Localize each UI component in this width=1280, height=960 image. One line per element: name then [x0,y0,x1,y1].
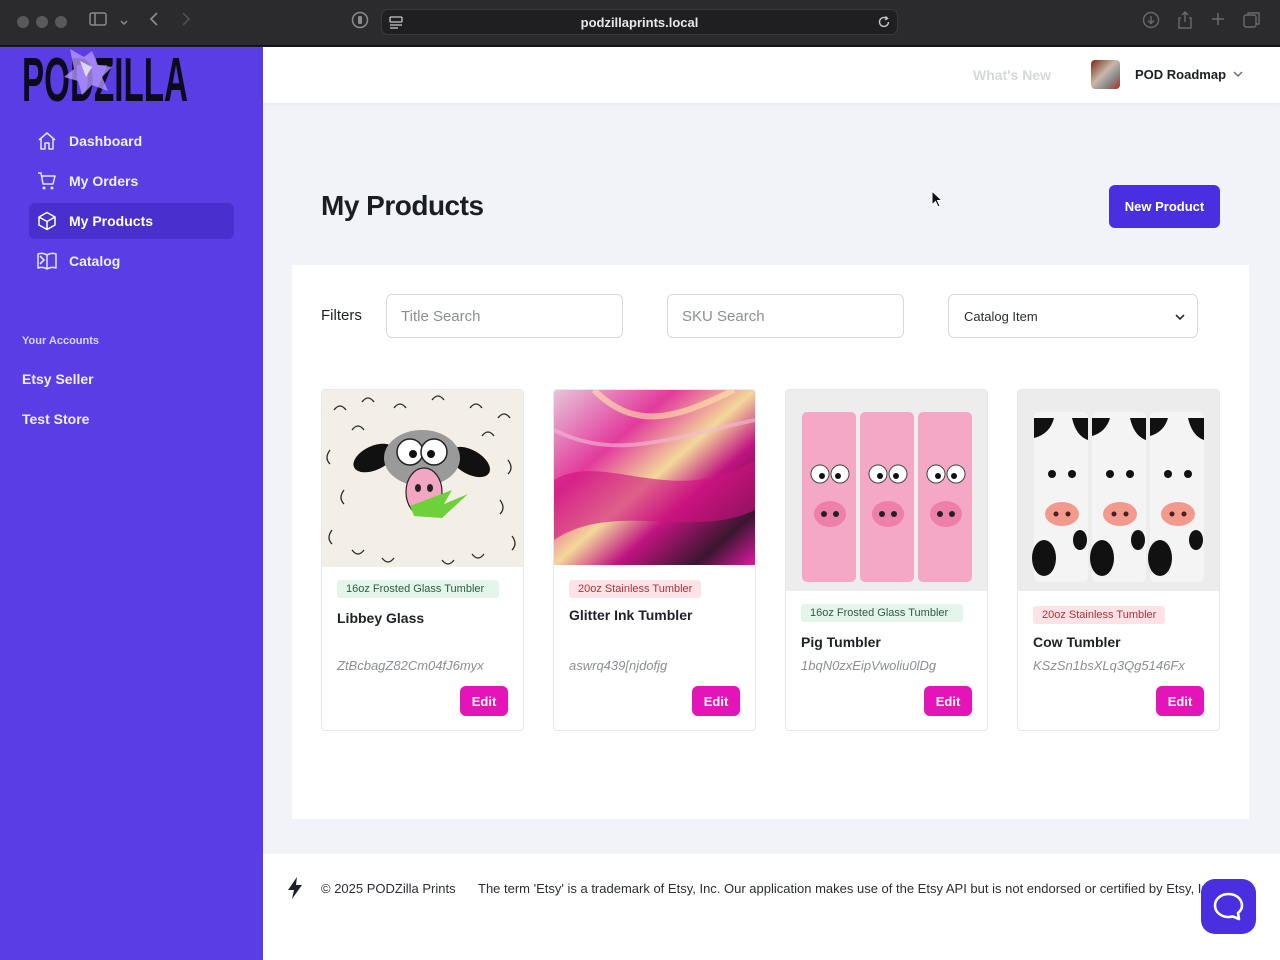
main-content: What's New POD Roadmap My Products New P… [263,47,1280,960]
reload-icon[interactable] [877,15,891,34]
title-search-input[interactable] [386,294,623,338]
window-minimize-button[interactable] [36,16,48,28]
sidebar-item-label: My Products [69,213,154,229]
tab-overview-icon[interactable] [1243,11,1261,36]
top-bar: What's New POD Roadmap [263,47,1280,103]
chat-support-button[interactable] [1201,879,1256,934]
sidebar-item-my-products[interactable]: My Products [29,203,234,239]
product-image [786,390,987,591]
catalog-select-value: Catalog Item [964,309,1038,324]
product-card[interactable]: 16oz Frosted Glass Tumbler Libbey Glass … [321,389,524,731]
edit-button[interactable]: Edit [460,686,508,716]
cube-icon [38,211,56,231]
sidebar-toggle-icon[interactable] [89,11,107,33]
catalog-badge: 20oz Stainless Tumbler [1033,606,1166,624]
footer-legal-notice: The term 'Etsy' is a trademark of Etsy, … [478,881,1219,896]
svg-text:PODZILLA: PODZILLA [22,47,188,103]
catalog-badge: 20oz Stainless Tumbler [569,580,702,598]
product-sku: KSzSn1bsXLq3Qg5146Fx [1033,658,1185,673]
account-link-etsy-seller[interactable]: Etsy Seller [22,371,94,387]
url-text: podzillaprints.local [580,15,699,30]
account-link-test-store[interactable]: Test Store [22,411,89,427]
product-image [554,390,755,565]
footer: © 2025 PODZilla Prints The term 'Etsy' i… [263,854,1280,960]
back-icon[interactable] [149,11,159,34]
chevron-down-icon[interactable] [1232,68,1244,80]
downloads-icon[interactable] [1142,11,1160,36]
product-image [1018,390,1219,591]
new-product-button[interactable]: New Product [1109,185,1220,228]
cart-icon [38,172,56,190]
sidebar-item-dashboard[interactable]: Dashboard [29,123,234,159]
catalog-item-select[interactable]: Catalog Item [948,294,1198,338]
product-title: Cow Tumbler [1033,634,1121,650]
privacy-report-icon[interactable] [351,11,369,36]
edit-button[interactable]: Edit [1156,686,1204,716]
footer-copyright: © 2025 PODZilla Prints [321,881,456,896]
bolt-icon [288,877,302,899]
sidebar-item-my-orders[interactable]: My Orders [29,163,234,199]
catalog-badge: 16oz Frosted Glass Tumbler [337,580,499,598]
product-card[interactable]: 16oz Frosted Glass Tumbler Pig Tumbler 1… [785,389,988,731]
chat-icon [1213,892,1244,921]
sidebar-item-label: Catalog [69,253,121,269]
user-menu-name[interactable]: POD Roadmap [1135,67,1226,82]
product-title: Glitter Ink Tumbler [569,607,693,623]
home-icon [38,132,56,150]
avatar[interactable] [1091,60,1120,89]
window-zoom-button[interactable] [55,16,67,28]
share-icon[interactable] [1177,11,1193,36]
browser-toolbar: podzillaprints.local [0,0,1280,46]
product-card[interactable]: 20oz Stainless Tumbler Glitter Ink Tumbl… [553,389,756,731]
product-sku: ZtBcbagZ82Cm04fJ6myx [337,658,484,673]
edit-button[interactable]: Edit [692,686,740,716]
forward-icon[interactable] [181,11,191,34]
window-close-button[interactable] [17,16,29,28]
sidebar: PODZILLA Dashboard My Orders My Products… [0,47,263,960]
product-sku: 1bqN0zxEipVwoliu0lDg [801,658,937,673]
chevron-right-icon [39,255,46,265]
sidebar-item-label: My Orders [69,173,139,189]
accounts-heading: Your Accounts [22,335,100,347]
whats-new-link[interactable]: What's New [973,67,1051,83]
product-title: Pig Tumbler [801,634,881,650]
podzilla-logo[interactable]: PODZILLA [22,47,188,103]
sidebar-item-label: Dashboard [69,133,143,149]
product-card[interactable]: 20oz Stainless Tumbler Cow Tumbler KSzSn… [1017,389,1220,731]
products-panel: Filters Catalog Item [292,265,1249,819]
new-tab-icon[interactable] [1210,11,1226,34]
sidebar-item-catalog[interactable]: Catalog [29,243,234,279]
chevron-down-icon [1175,314,1185,321]
chevron-down-icon[interactable] [119,13,129,35]
mouse-cursor-icon [931,190,943,208]
page-title: My Products [321,190,484,221]
product-image [322,390,523,567]
sku-search-input[interactable] [667,294,904,338]
catalog-badge: 16oz Frosted Glass Tumbler [801,604,963,622]
product-title: Libbey Glass [337,610,425,626]
edit-button[interactable]: Edit [924,686,972,716]
filters-label: Filters [321,307,362,324]
address-bar[interactable]: podzillaprints.local [381,9,898,35]
product-sku: aswrq439[njdofjg [569,658,668,673]
